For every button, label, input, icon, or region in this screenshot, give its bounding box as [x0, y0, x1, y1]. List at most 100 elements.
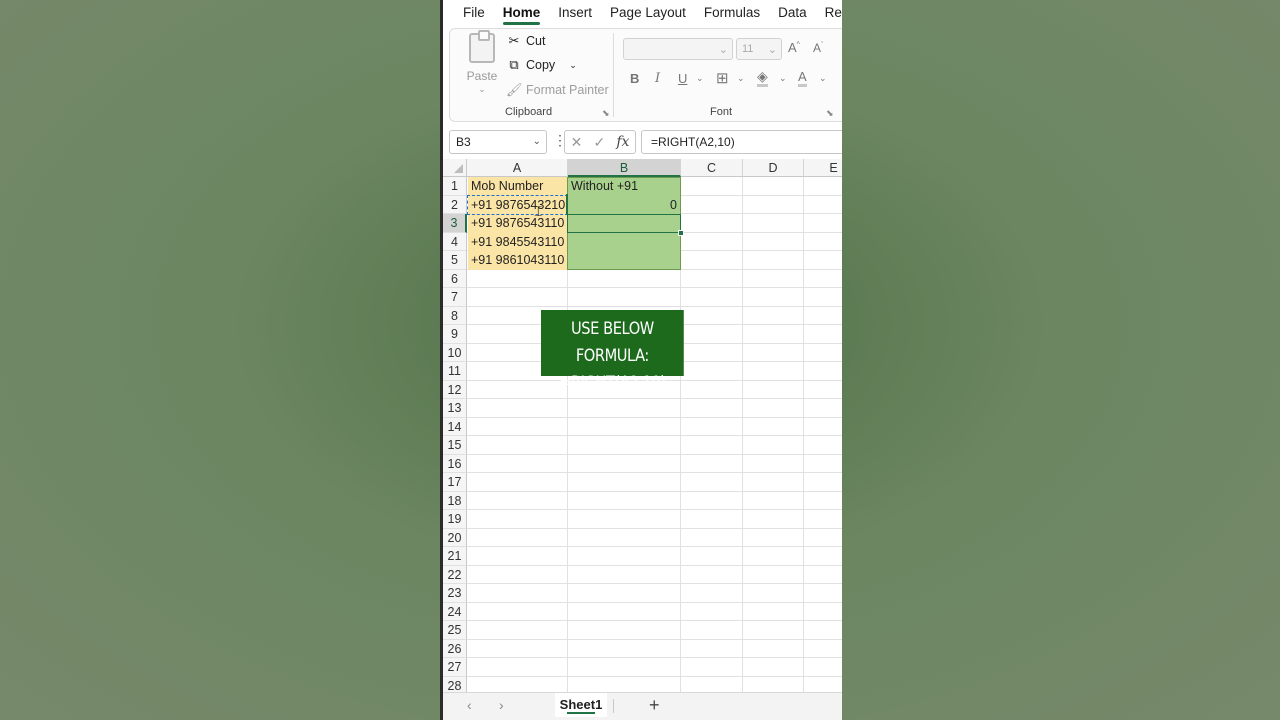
callout-line-1: USE BELOW FORMULA:	[570, 319, 654, 366]
row-header-21[interactable]: 21	[443, 547, 467, 566]
column-header-a[interactable]: A	[467, 159, 568, 177]
column-header-c[interactable]: C	[681, 159, 743, 177]
row-header-15[interactable]: 15	[443, 436, 467, 455]
underline-button[interactable]: U	[678, 71, 687, 86]
bold-button[interactable]: B	[630, 71, 639, 86]
gridline	[467, 564, 842, 566]
ribbon-tabs: File Home Insert Page Layout Formulas Da…	[443, 0, 842, 26]
copy-icon: ⧉	[509, 57, 519, 72]
cell-a4[interactable]: +91 9845543110	[468, 232, 567, 251]
row-header-19[interactable]: 19	[443, 510, 467, 529]
row-header-17[interactable]: 17	[443, 473, 467, 492]
tab-data[interactable]: Data	[769, 0, 816, 26]
row-header-5[interactable]: 5	[443, 251, 467, 270]
column-header-e[interactable]: E	[804, 159, 842, 177]
chevron-right-icon[interactable]: ›	[499, 697, 504, 713]
chevron-left-icon[interactable]: ‹	[467, 697, 472, 713]
gridline	[467, 657, 842, 658]
reference-marquee	[467, 195, 568, 215]
row-header-6[interactable]: 6	[443, 269, 467, 288]
scissors-icon: ✂	[508, 33, 520, 48]
row-header-13[interactable]: 13	[443, 399, 467, 418]
font-size-value: 11	[742, 43, 754, 55]
column-header-b[interactable]: B	[568, 159, 681, 177]
add-sheet-button[interactable]: +	[649, 695, 660, 716]
column-header-d[interactable]: D	[743, 159, 804, 177]
dialog-launcher-icon[interactable]: ⬊	[826, 108, 834, 119]
select-all-button[interactable]	[443, 159, 467, 177]
active-cell-border	[566, 194, 569, 215]
chevron-down-icon[interactable]: ⌄	[569, 60, 577, 71]
cell-a1[interactable]: Mob Number	[468, 177, 567, 196]
format-painter-label: Format Painter	[526, 83, 609, 97]
selected-cell-b3	[567, 213, 681, 233]
row-header-7[interactable]: 7	[443, 288, 467, 307]
dialog-launcher-icon[interactable]: ⬊	[602, 108, 610, 119]
tab-review[interactable]: Revi	[816, 0, 842, 26]
chevron-down-icon[interactable]: ⌄	[737, 73, 745, 84]
cell-a5[interactable]: +91 9861043110	[468, 251, 567, 270]
clipboard-group-label: Clipboard	[505, 106, 553, 118]
format-painter-button[interactable]: 🖌 Format Painter	[506, 82, 609, 98]
row-header-23[interactable]: 23	[443, 584, 467, 603]
cell-a3[interactable]: +91 9876543110	[468, 214, 567, 233]
paste-button[interactable]: Paste ⌄	[462, 30, 502, 95]
row-header-20[interactable]: 20	[443, 528, 467, 547]
row-header-1[interactable]: 1	[443, 177, 467, 196]
gridline	[467, 675, 842, 677]
row-header-4[interactable]: 4	[443, 232, 467, 251]
fill-handle[interactable]	[678, 229, 684, 236]
mouse-cursor-icon: ⌶	[534, 203, 543, 219]
row-header-16[interactable]: 16	[443, 454, 467, 473]
chevron-down-icon[interactable]: ⌄	[819, 73, 827, 84]
increase-font-icon[interactable]: A^	[788, 40, 800, 55]
cut-button[interactable]: ✂ Cut	[506, 33, 546, 49]
row-header-12[interactable]: 12	[443, 380, 467, 399]
enter-icon[interactable]: ✓	[593, 134, 605, 151]
row-header-8[interactable]: 8	[443, 306, 467, 325]
tab-page-layout[interactable]: Page Layout	[601, 0, 695, 26]
formula-input[interactable]: =RIGHT(A2,10)	[641, 130, 842, 154]
copy-label: Copy	[526, 58, 556, 72]
row-header-18[interactable]: 18	[443, 491, 467, 510]
formula-actions: ✕ ✓ fx	[564, 130, 636, 154]
row-header-9[interactable]: 9	[443, 325, 467, 344]
tab-home[interactable]: Home	[494, 0, 550, 26]
callout-line-2: =RIGHT(A2,10)	[559, 373, 666, 393]
gridline	[467, 601, 842, 603]
gridline	[467, 620, 842, 621]
font-color-button[interactable]: A	[798, 69, 807, 87]
font-name-dropdown[interactable]: ⌄	[623, 38, 733, 60]
row-header-24[interactable]: 24	[443, 602, 467, 621]
row-header-11[interactable]: 11	[443, 362, 467, 381]
tab-insert[interactable]: Insert	[549, 0, 601, 26]
tab-formulas[interactable]: Formulas	[695, 0, 769, 26]
row-header-26[interactable]: 26	[443, 639, 467, 658]
gridline	[467, 435, 842, 436]
group-divider	[613, 33, 614, 117]
borders-icon[interactable]: ⊞	[716, 69, 729, 87]
row-header-22[interactable]: 22	[443, 565, 467, 584]
row-header-2[interactable]: 2	[443, 195, 467, 214]
sheet-tab-sheet1[interactable]: Sheet1	[555, 693, 607, 717]
chevron-down-icon[interactable]: ⌄	[533, 131, 541, 153]
italic-button[interactable]: I	[655, 71, 660, 86]
decrease-font-icon[interactable]: Aˇ	[813, 41, 823, 55]
excel-window: File Home Insert Page Layout Formulas Da…	[440, 0, 842, 720]
insert-function-button[interactable]: fx	[616, 134, 629, 150]
row-header-25[interactable]: 25	[443, 621, 467, 640]
cancel-icon[interactable]: ✕	[571, 134, 583, 151]
row-header-27[interactable]: 27	[443, 658, 467, 677]
row-header-14[interactable]: 14	[443, 417, 467, 436]
name-box[interactable]: B3 ⌄	[449, 130, 547, 154]
fill-color-icon[interactable]: ◈	[757, 69, 768, 87]
row-header-3[interactable]: 3	[443, 214, 467, 233]
gridline	[467, 398, 842, 399]
chevron-down-icon[interactable]: ⌄	[779, 73, 787, 84]
worksheet-grid[interactable]: A B C D E 1 2 3 4 5 6 7 8 9 10 11 12 13 14 15 16 17 18 19 2…	[443, 159, 842, 695]
copy-button[interactable]: ⧉ Copy ⌄	[506, 57, 577, 73]
tab-file[interactable]: File	[443, 0, 494, 26]
chevron-down-icon[interactable]: ⌄	[696, 73, 704, 84]
row-header-10[interactable]: 10	[443, 343, 467, 362]
font-size-dropdown[interactable]: 11 ⌄	[736, 38, 782, 60]
